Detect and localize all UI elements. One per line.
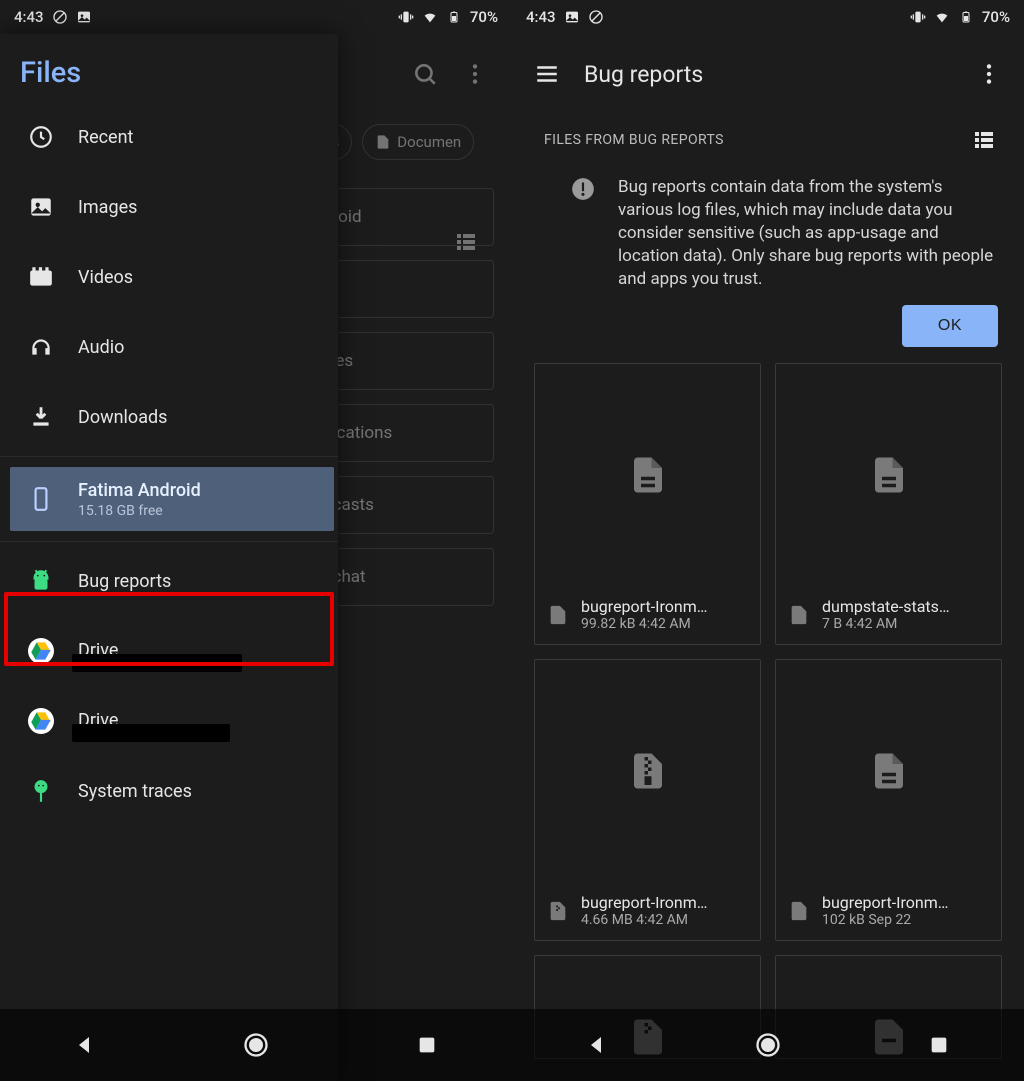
android-pin-icon: [28, 778, 54, 804]
wifi-icon: [934, 9, 950, 25]
divider: [0, 456, 338, 457]
battery-pct: 70%: [982, 8, 1010, 26]
image-icon: [28, 194, 54, 220]
file-preview: [776, 364, 1001, 586]
drawer-item-drive-2[interactable]: Drive: [0, 686, 338, 756]
drawer-item-storage[interactable]: Fatima Android 15.18 GB free: [10, 467, 334, 531]
file-meta: 7 B 4:42 AM: [822, 616, 950, 632]
drawer-item-videos[interactable]: Videos: [0, 242, 338, 312]
more-icon[interactable]: [462, 61, 488, 87]
status-time: 4:43: [14, 8, 44, 26]
nav-back-button[interactable]: [65, 1025, 105, 1065]
drive-icon: [28, 708, 54, 734]
battery-pct: 70%: [470, 8, 498, 26]
file-card[interactable]: bugreport-Ironm… 4.66 MB 4:42 AM: [534, 659, 761, 941]
drawer-item-label: Videos: [78, 267, 133, 288]
nav-home-button[interactable]: [236, 1025, 276, 1065]
drawer-item-images[interactable]: Images: [0, 172, 338, 242]
file-grid: bugreport-Ironm… 99.82 kB 4:42 AM dumpst…: [512, 363, 1024, 1059]
storage-label: Fatima Android: [78, 480, 201, 501]
headphones-icon: [28, 334, 54, 360]
file-meta: 4.66 MB 4:42 AM: [581, 912, 707, 928]
divider: [0, 541, 338, 542]
info-banner: Bug reports contain data from the system…: [512, 158, 1024, 363]
file-card[interactable]: bugreport-Ironm… 102 kB Sep 22: [775, 659, 1002, 941]
phone-left: 4:43 70%: [0, 0, 512, 1081]
vibrate-icon: [398, 9, 414, 25]
file-name: bugreport-Ironm…: [822, 893, 948, 912]
phone-icon: [28, 486, 54, 512]
drawer-item-recent[interactable]: Recent: [0, 102, 338, 172]
zip-icon: [547, 900, 569, 922]
file-card[interactable]: bugreport-Ironm… 99.82 kB 4:42 AM: [534, 363, 761, 645]
search-icon[interactable]: [412, 61, 438, 87]
file-name: bugreport-Ironm…: [581, 597, 707, 616]
drawer-item-system-traces[interactable]: System traces: [0, 756, 338, 826]
image-status-icon: [564, 9, 580, 25]
info-text: Bug reports contain data from the system…: [618, 176, 998, 291]
hamburger-icon[interactable]: [534, 61, 560, 87]
file-meta: 102 kB Sep 22: [822, 912, 948, 928]
status-time: 4:43: [526, 8, 556, 26]
android-nav-bar: [0, 1009, 512, 1081]
dnd-icon: [588, 9, 604, 25]
redaction-box: [72, 654, 242, 672]
android-nav-bar: [512, 1009, 1024, 1081]
battery-icon: [446, 9, 462, 25]
file-name: bugreport-Ironm…: [581, 893, 707, 912]
storage-free: 15.18 GB free: [78, 503, 201, 519]
ok-button[interactable]: OK: [902, 305, 998, 347]
page-title: Bug reports: [584, 61, 703, 88]
drawer-item-label: Bug reports: [78, 571, 171, 592]
doc-icon: [547, 604, 569, 626]
view-list-icon[interactable]: [972, 128, 996, 152]
drawer-item-label: System traces: [78, 781, 192, 802]
drawer-item-bug-reports[interactable]: Bug reports: [0, 546, 338, 616]
section-header-row: FILES FROM BUG REPORTS: [512, 114, 1024, 158]
android-icon: [28, 568, 54, 594]
drawer-item-audio[interactable]: Audio: [0, 312, 338, 382]
wifi-icon: [422, 9, 438, 25]
drawer-item-downloads[interactable]: Downloads: [0, 382, 338, 452]
navigation-drawer: Files Recent Images Videos: [0, 34, 338, 1081]
drawer-item-drive-1[interactable]: Drive: [0, 616, 338, 686]
file-preview: [776, 660, 1001, 882]
doc-icon: [788, 900, 810, 922]
drawer-item-label: Downloads: [78, 407, 167, 428]
dnd-icon: [52, 9, 68, 25]
redaction-box: [72, 724, 230, 742]
image-status-icon: [76, 9, 92, 25]
doc-icon: [788, 604, 810, 626]
section-label: FILES FROM BUG REPORTS: [544, 132, 724, 148]
alert-icon: [570, 176, 596, 202]
drawer-item-label: Recent: [78, 127, 133, 148]
file-preview: [535, 660, 760, 882]
file-name: dumpstate-stats…: [822, 597, 950, 616]
drive-icon: [28, 638, 54, 664]
nav-recents-button[interactable]: [919, 1025, 959, 1065]
nav-recents-button[interactable]: [407, 1025, 447, 1065]
download-icon: [28, 404, 54, 430]
file-meta: 99.82 kB 4:42 AM: [581, 616, 707, 632]
video-icon: [28, 264, 54, 290]
nav-back-button[interactable]: [577, 1025, 617, 1065]
status-bar: 4:43 70%: [512, 0, 1024, 34]
vibrate-icon: [910, 9, 926, 25]
drawer-title: Files: [0, 34, 338, 102]
more-icon[interactable]: [976, 61, 1002, 87]
filter-chip[interactable]: Documen: [362, 124, 474, 160]
drawer-item-label: Images: [78, 197, 137, 218]
battery-icon: [958, 9, 974, 25]
file-card[interactable]: dumpstate-stats… 7 B 4:42 AM: [775, 363, 1002, 645]
phone-right: 4:43 70% Bug reports: [512, 0, 1024, 1081]
drawer-item-label: Audio: [78, 337, 124, 358]
app-bar: Bug reports: [512, 34, 1024, 114]
file-preview: [535, 364, 760, 586]
status-bar: 4:43 70%: [0, 0, 512, 34]
clock-icon: [28, 124, 54, 150]
nav-home-button[interactable]: [748, 1025, 788, 1065]
